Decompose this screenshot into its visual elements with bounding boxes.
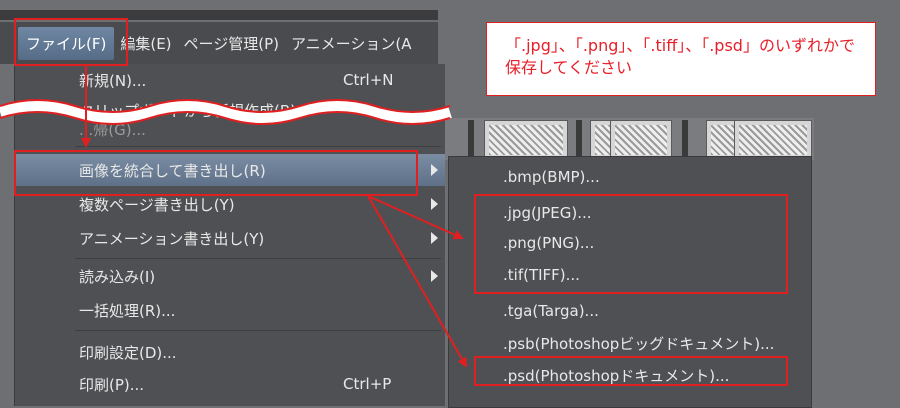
arrow-export-to-formats	[367, 195, 464, 240]
arrow-export-to-psd	[367, 195, 467, 368]
annotation-overlay	[0, 66, 467, 368]
